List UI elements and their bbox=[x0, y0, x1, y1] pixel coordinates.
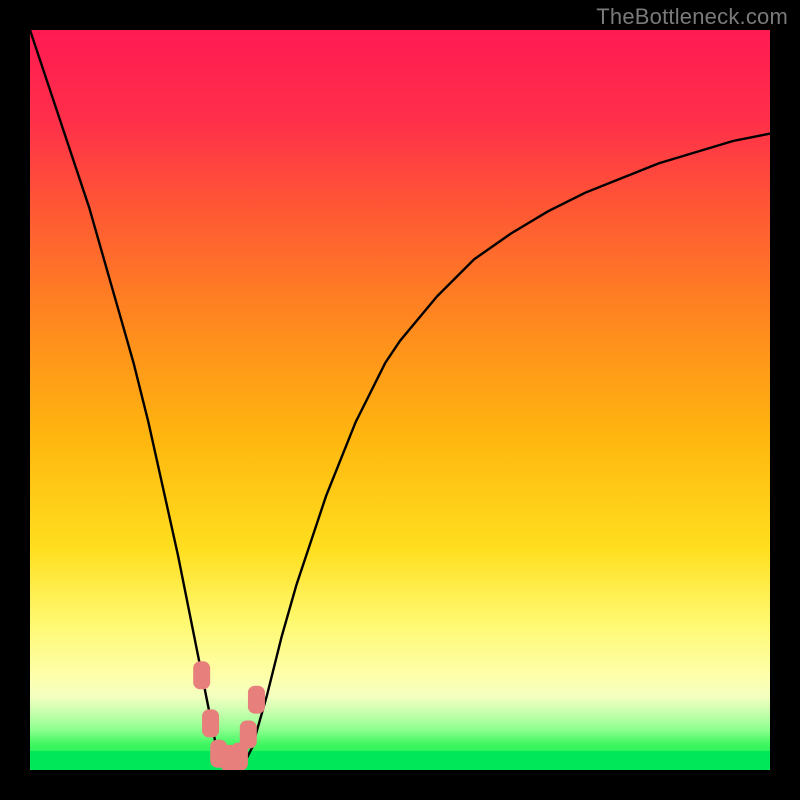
marker-dot bbox=[202, 709, 219, 737]
marker-dot bbox=[248, 686, 265, 714]
green-band bbox=[30, 751, 770, 770]
marker-dot bbox=[193, 661, 210, 689]
plot-background bbox=[30, 30, 770, 770]
bottleneck-chart bbox=[0, 0, 800, 800]
chart-container: { "watermark": { "text": "TheBottleneck.… bbox=[0, 0, 800, 800]
watermark-text: TheBottleneck.com bbox=[596, 4, 788, 30]
marker-dot bbox=[240, 720, 257, 748]
